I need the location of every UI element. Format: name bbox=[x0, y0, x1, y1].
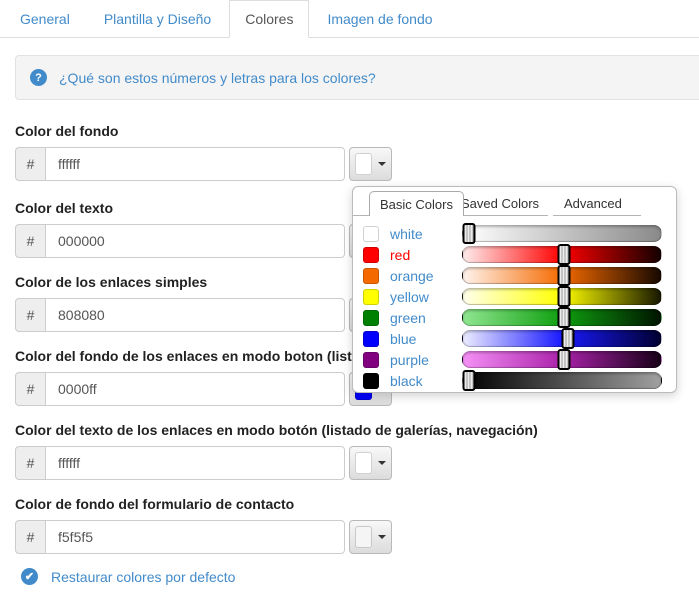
gradient-bar[interactable] bbox=[462, 349, 662, 370]
picker-color-row-blue: blue bbox=[353, 328, 676, 349]
hash-prefix: # bbox=[15, 372, 45, 406]
question-circle-icon: ? bbox=[30, 69, 47, 86]
field-texto-enlaces-boton: Color del texto de los enlaces en modo b… bbox=[15, 422, 699, 480]
caret-down-icon bbox=[378, 461, 386, 465]
restore-default-colors-link[interactable]: ✔ Restaurar colores por defecto bbox=[21, 568, 235, 585]
field-label: Color del fondo bbox=[15, 123, 119, 139]
gradient-bar[interactable] bbox=[462, 265, 662, 286]
tab-general[interactable]: General bbox=[4, 0, 86, 37]
color-swatch bbox=[355, 153, 372, 175]
hex-color-input[interactable] bbox=[45, 298, 345, 332]
color-swatch bbox=[355, 526, 372, 548]
field-fondo-formulario-contacto: Color de fondo del formulario de contact… bbox=[15, 496, 699, 554]
picker-tab-basic-colors[interactable]: Basic Colors bbox=[369, 191, 464, 216]
picker-color-row-purple: purple bbox=[353, 349, 676, 370]
picker-color-row-black: black bbox=[353, 370, 676, 391]
picker-color-row-yellow: yellow bbox=[353, 286, 676, 307]
gradient-slider-handle[interactable] bbox=[462, 370, 476, 391]
hash-prefix: # bbox=[15, 224, 45, 258]
picker-tab-advanced[interactable]: Advanced bbox=[564, 196, 622, 211]
colors-help-link[interactable]: ¿Qué son estos números y letras para los… bbox=[59, 70, 376, 86]
picker-swatch[interactable] bbox=[363, 330, 379, 347]
hash-prefix: # bbox=[15, 520, 45, 554]
gradient-slider-handle[interactable] bbox=[557, 244, 571, 265]
field-label: Color del texto de los enlaces en modo b… bbox=[15, 422, 538, 438]
picker-tabbar: Basic Colors Saved Colors Advanced bbox=[353, 187, 676, 217]
gradient-bar[interactable] bbox=[462, 370, 662, 391]
picker-color-label[interactable]: yellow bbox=[390, 289, 448, 305]
hex-color-input[interactable] bbox=[45, 224, 345, 258]
color-swatch-dropdown-button[interactable] bbox=[349, 147, 392, 181]
color-swatch-dropdown-button[interactable] bbox=[349, 446, 392, 480]
gradient-slider-handle[interactable] bbox=[557, 307, 571, 328]
picker-color-rows: white red orange yellow green blue purpl… bbox=[353, 223, 676, 391]
gradient-slider-handle[interactable] bbox=[557, 265, 571, 286]
picker-swatch[interactable] bbox=[363, 309, 379, 326]
hex-color-input[interactable] bbox=[45, 520, 345, 554]
gradient-slider-handle[interactable] bbox=[561, 328, 575, 349]
picker-color-label[interactable]: red bbox=[390, 247, 448, 263]
picker-color-label[interactable]: blue bbox=[390, 331, 448, 347]
picker-color-row-red: red bbox=[353, 244, 676, 265]
picker-swatch[interactable] bbox=[363, 225, 379, 242]
tab-underline bbox=[353, 215, 369, 216]
color-swatch bbox=[355, 452, 372, 474]
tab-colores[interactable]: Colores bbox=[229, 0, 310, 38]
gradient-bar[interactable] bbox=[462, 328, 662, 349]
caret-down-icon bbox=[378, 535, 386, 539]
tab-underline bbox=[553, 215, 641, 216]
picker-swatch[interactable] bbox=[363, 372, 379, 389]
hex-color-input[interactable] bbox=[45, 446, 345, 480]
picker-swatch[interactable] bbox=[363, 246, 379, 263]
color-settings-page: General Plantilla y Diseño Colores Image… bbox=[0, 0, 699, 599]
picker-color-row-white: white bbox=[353, 223, 676, 244]
picker-color-row-green: green bbox=[353, 307, 676, 328]
hash-prefix: # bbox=[15, 446, 45, 480]
gradient-bar[interactable] bbox=[462, 286, 662, 307]
settings-tabbar: General Plantilla y Diseño Colores Image… bbox=[0, 0, 699, 38]
gradient-slider-handle[interactable] bbox=[557, 286, 571, 307]
picker-swatch[interactable] bbox=[363, 288, 379, 305]
picker-color-label[interactable]: black bbox=[390, 373, 448, 389]
picker-tab-saved-colors[interactable]: Saved Colors bbox=[461, 196, 539, 211]
tab-underline bbox=[453, 215, 548, 216]
check-circle-icon: ✔ bbox=[21, 568, 38, 585]
picker-color-row-orange: orange bbox=[353, 265, 676, 286]
color-picker-popup: Basic Colors Saved Colors Advanced white… bbox=[352, 186, 677, 393]
gradient-bar[interactable] bbox=[462, 223, 662, 244]
picker-color-label[interactable]: purple bbox=[390, 352, 448, 368]
gradient-bar[interactable] bbox=[462, 307, 662, 328]
hash-prefix: # bbox=[15, 298, 45, 332]
colors-help-alert: ? ¿Qué son estos números y letras para l… bbox=[15, 55, 699, 100]
picker-color-label[interactable]: white bbox=[390, 226, 448, 242]
field-color-del-fondo: Color del fondo # bbox=[15, 123, 699, 181]
gradient-slider-handle[interactable] bbox=[462, 223, 476, 244]
caret-down-icon bbox=[378, 162, 386, 166]
restore-link-label: Restaurar colores por defecto bbox=[51, 568, 236, 585]
gradient-slider-handle[interactable] bbox=[557, 349, 571, 370]
gradient-bar[interactable] bbox=[462, 244, 662, 265]
field-label: Color de fondo del formulario de contact… bbox=[15, 496, 295, 512]
hex-color-input[interactable] bbox=[45, 372, 345, 406]
picker-swatch[interactable] bbox=[363, 267, 379, 284]
color-swatch-dropdown-button[interactable] bbox=[349, 520, 392, 554]
tab-imagen-de-fondo[interactable]: Imagen de fondo bbox=[311, 0, 448, 37]
picker-color-label[interactable]: green bbox=[390, 310, 448, 326]
tab-plantilla-y-diseno[interactable]: Plantilla y Diseño bbox=[88, 0, 227, 37]
hex-color-input[interactable] bbox=[45, 147, 345, 181]
picker-color-label[interactable]: orange bbox=[390, 268, 448, 284]
hash-prefix: # bbox=[15, 147, 45, 181]
picker-swatch[interactable] bbox=[363, 351, 379, 368]
